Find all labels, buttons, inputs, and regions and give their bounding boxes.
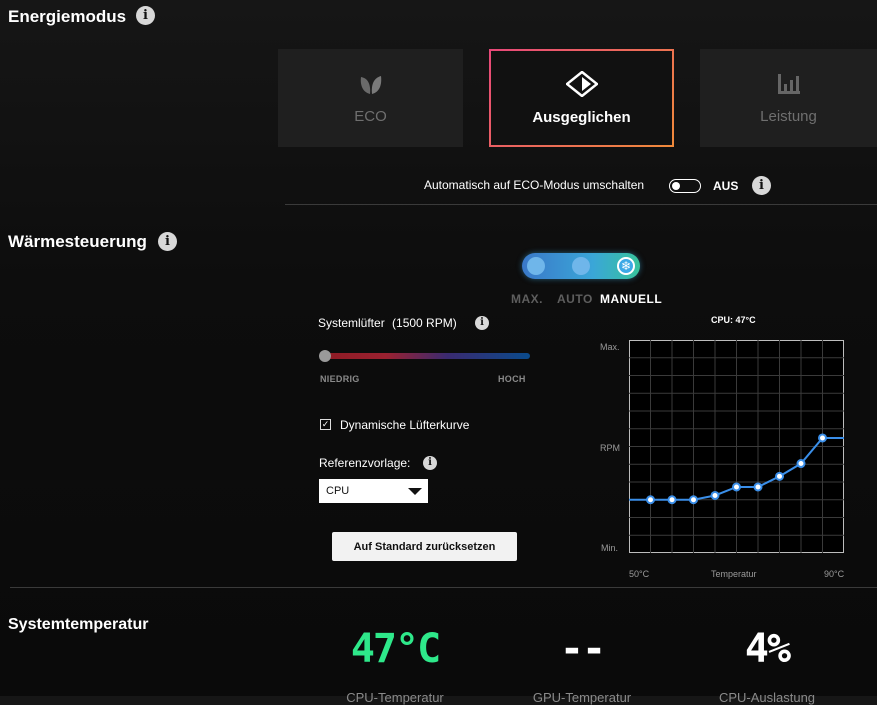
mode-card-balanced[interactable]: Ausgeglichen [489,49,674,147]
fan-mode-switch[interactable]: ❄ [522,253,640,279]
fan-mode-manual[interactable]: MANUELL [600,292,662,306]
reference-select-value: CPU [326,485,350,497]
curve-point[interactable] [710,490,720,500]
auto-eco-state: AUS [713,179,739,193]
chart-x-label: Temperatur [711,569,757,579]
info-icon[interactable]: i [752,176,771,195]
chart-title: CPU: 47°C [711,315,756,325]
gpu-temp-reading: -- GPU-Temperatur [487,626,677,705]
fan-mode-dot-auto[interactable] [572,257,590,275]
thermal-section-title: Wärmesteuerung [8,232,147,251]
fan-speed-slider-handle[interactable] [319,350,331,362]
fan-mode-dot-max[interactable] [527,257,545,275]
chevron-down-icon [408,487,422,495]
chart-x-end-label: 90°C [824,569,845,579]
reference-select[interactable]: CPU [319,479,428,503]
dynamic-curve-label: Dynamische Lüfterkurve [340,418,470,432]
info-icon[interactable]: i [423,456,437,470]
reference-label: Referenzvorlage: [319,456,411,470]
chart-y-bottom-label: Min. [601,543,619,553]
cpu-load-label: CPU-Auslastung [718,690,816,705]
gpu-temp-value: -- [559,626,606,672]
curve-point[interactable] [689,495,698,505]
cpu-temp-value: 47°C [350,626,441,672]
curve-point[interactable] [753,482,763,492]
info-icon[interactable]: i [158,232,177,251]
mode-label-performance: Leistung [760,107,817,125]
auto-eco-label: Automatisch auf ECO-Modus umschalten [424,178,645,192]
auto-eco-toggle[interactable] [669,179,701,193]
system-temp-title: Systemtemperatur [8,616,149,633]
mode-card-eco[interactable]: ECO [278,49,463,147]
curve-point[interactable] [775,471,784,481]
curve-point[interactable] [732,482,741,492]
mode-card-performance[interactable]: Leistung [700,49,877,147]
chart-y-label: RPM [600,443,620,453]
chart-y-top-label: Max. [600,342,620,352]
balanced-diamond-icon [565,70,598,97]
performance-bars-icon [777,73,800,94]
system-fan-label: Systemlüfter (1500 RPM) [318,316,457,330]
snowflake-icon[interactable]: ❄ [617,257,635,275]
curve-point[interactable] [646,495,655,505]
gpu-temp-label: GPU-Temperatur [532,690,632,705]
curve-point[interactable] [818,433,827,443]
info-icon[interactable]: i [475,316,489,330]
cpu-temp-reading: 47°C CPU-Temperatur [300,626,490,705]
info-icon[interactable]: i [136,6,155,25]
power-section-title: Energiemodus [8,7,127,26]
system-fan-rpm: (1500 RPM) [392,316,457,330]
divider [10,587,877,588]
slider-high-label: HOCH [498,374,526,384]
fan-curve-chart[interactable] [629,340,844,553]
fan-speed-slider[interactable] [324,353,530,359]
cpu-load-value: 4% [744,626,791,672]
curve-point[interactable] [796,459,806,469]
slider-low-label: NIEDRIG [320,374,360,384]
dynamic-curve-checkbox[interactable]: ✓ [320,419,331,430]
chart-x-start-label: 50°C [629,569,650,579]
leaf-icon [360,75,381,94]
mode-label-balanced: Ausgeglichen [532,108,631,126]
mode-label-eco: ECO [354,107,387,125]
fan-mode-auto[interactable]: AUTO [557,292,593,306]
reset-defaults-button[interactable]: Auf Standard zurücksetzen [332,532,517,561]
system-fan-name: Systemlüfter [318,316,385,330]
curve-point[interactable] [667,495,677,505]
cpu-temp-label: CPU-Temperatur [346,690,444,705]
fan-mode-max[interactable]: MAX. [511,292,543,306]
cpu-load-reading: 4% CPU-Auslastung [672,626,862,705]
divider [285,204,877,205]
